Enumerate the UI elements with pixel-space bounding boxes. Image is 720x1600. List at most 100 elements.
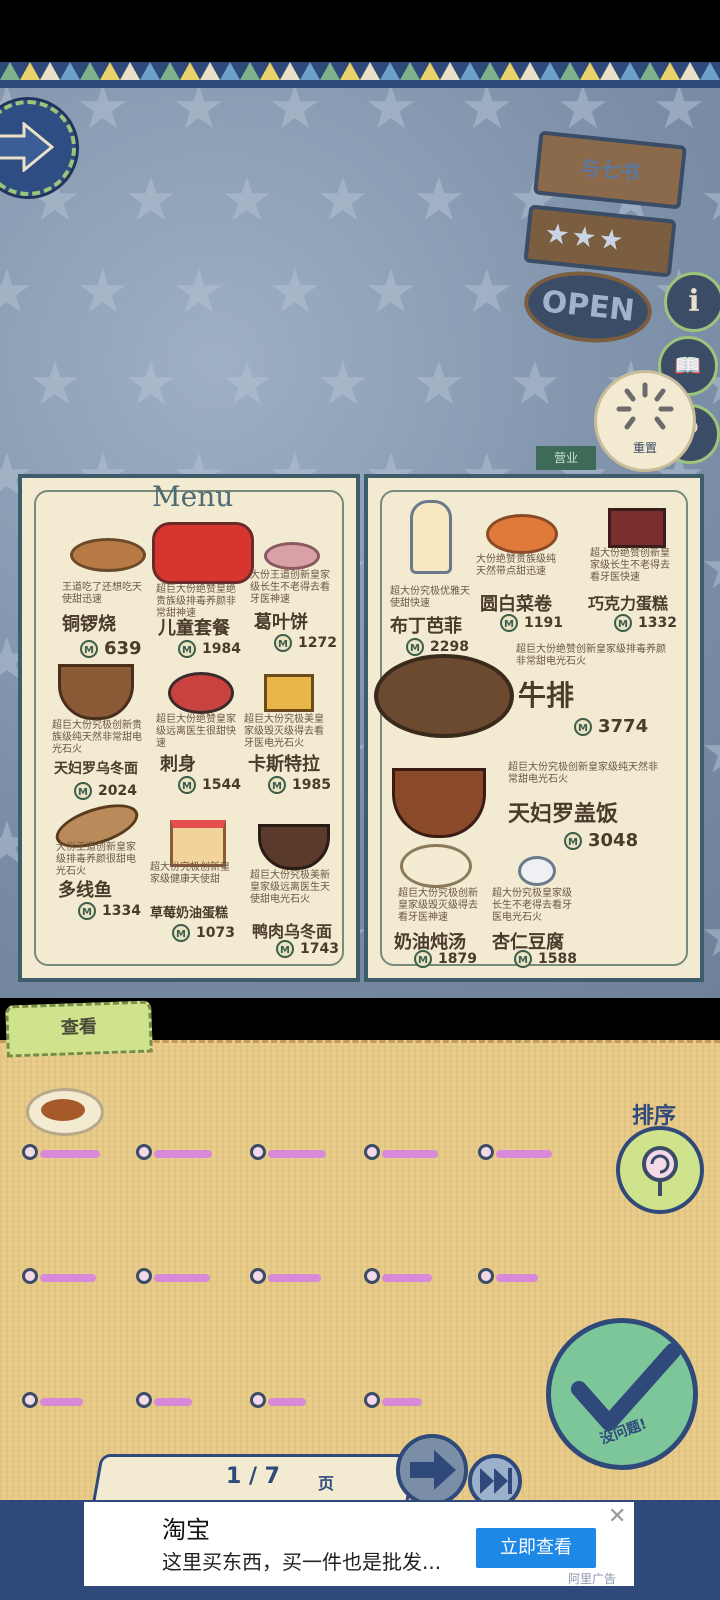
- bunting-flag: [580, 62, 600, 80]
- bunting-flag: [540, 62, 560, 80]
- star-decoration: ★: [76, 88, 130, 143]
- dish-price: 1334: [102, 903, 141, 919]
- bunting-flag: [520, 62, 540, 80]
- kuzu-mochi-image: [264, 542, 320, 570]
- bunting-decoration: [0, 62, 720, 90]
- star-decoration: ★: [124, 349, 178, 419]
- dish-description: 超大份究极皇家级长生不老得去看牙医电光石火: [492, 888, 572, 923]
- bunting-flag: [240, 62, 260, 80]
- dish-price: 1985: [292, 777, 331, 793]
- menu-slot[interactable]: [364, 1268, 444, 1288]
- bunting-flag: [640, 62, 660, 80]
- lollipop-icon: [136, 1392, 152, 1408]
- almond-tofu-image: [518, 856, 556, 886]
- bunting-flag: [400, 62, 420, 80]
- stew-image: [41, 1099, 85, 1121]
- reset-button[interactable]: 重置: [594, 370, 696, 472]
- menu-page-right: 超大份究极优雅天使甜快速 布丁芭菲 M 2298 大份绝赞贵族级纯天然带点甜迅速 …: [364, 474, 704, 982]
- ad-close-icon[interactable]: ✕: [608, 1504, 626, 1529]
- bunting-flag: [180, 62, 200, 80]
- dish-name: 圆白菜卷: [480, 594, 552, 615]
- coin-icon: M: [74, 782, 92, 800]
- level-meter: [40, 1150, 100, 1158]
- menu-slot[interactable]: [22, 1144, 102, 1164]
- bunting-flag: [120, 62, 140, 80]
- bunting-flag: [660, 62, 680, 80]
- dish-name: 多线鱼: [58, 880, 112, 901]
- level-meter: [268, 1150, 326, 1158]
- star-decoration: ★: [76, 257, 130, 327]
- dish-description: 大份王道创新皇家级排毒养颜很甜电光石火: [56, 842, 136, 877]
- dish-name: 儿童套餐: [158, 618, 230, 639]
- confirm-button[interactable]: 没问题!: [546, 1318, 698, 1470]
- menu-slot[interactable]: [364, 1392, 444, 1412]
- bunting-flag: [560, 62, 580, 80]
- dish-name: 天妇罗盖饭: [508, 802, 619, 827]
- menu-slot[interactable]: [364, 1144, 444, 1164]
- dish-description: 超巨大份究极创新皇家级纯天然非常甜电光石火: [508, 762, 658, 785]
- bunting-flag: [320, 62, 340, 80]
- coin-icon: M: [178, 776, 196, 794]
- dish-price: 1743: [300, 941, 339, 957]
- menu-slot[interactable]: [136, 1144, 216, 1164]
- checkmark-icon: [571, 1343, 681, 1431]
- dish-description: 大份绝赞贵族级纯天然带点甜迅速: [476, 554, 556, 577]
- coin-icon: M: [564, 832, 582, 850]
- pudding-parfait-image: [410, 500, 452, 574]
- menu-slot[interactable]: [136, 1392, 216, 1412]
- dish-name: 布丁芭菲: [390, 616, 462, 637]
- lollipop-icon: [364, 1144, 380, 1160]
- ad-banner[interactable]: 淘宝 这里买东西，买一件也是批发... 立即查看 ✕: [84, 1502, 634, 1586]
- star-decoration: ★: [652, 88, 706, 143]
- level-meter: [382, 1274, 432, 1282]
- lollipop-icon: [364, 1392, 380, 1408]
- dish-description: 超巨大份究极美皇家级毁灭级得去看牙医电光石火: [244, 714, 324, 749]
- level-meter: [382, 1150, 438, 1158]
- bunting-flag: [620, 62, 640, 80]
- menu-slot[interactable]: [478, 1268, 558, 1288]
- dish-price: 1588: [538, 951, 577, 967]
- menu-slot[interactable]: [478, 1144, 558, 1164]
- ad-view-button[interactable]: 立即查看: [476, 1528, 596, 1568]
- info-button[interactable]: i: [664, 272, 720, 332]
- skip-forward-icon: [480, 1468, 512, 1494]
- view-tab[interactable]: 查看: [5, 1000, 153, 1058]
- star-decoration: ★: [316, 165, 370, 235]
- star-decoration: ★: [508, 349, 562, 419]
- sashimi-image: [168, 672, 234, 714]
- cabbage-roll-image: [486, 514, 558, 554]
- selected-dish-thumbnail[interactable]: [26, 1088, 104, 1136]
- hours-sign: 营业: [536, 446, 596, 470]
- level-meter: [382, 1398, 422, 1406]
- menu-slot[interactable]: [136, 1268, 216, 1288]
- level-meter: [496, 1274, 538, 1282]
- bunting-flag: [420, 62, 440, 80]
- sort-button[interactable]: [616, 1126, 704, 1214]
- next-page-button[interactable]: [396, 1434, 468, 1506]
- menu-slot[interactable]: [22, 1392, 102, 1412]
- coin-icon: M: [514, 950, 532, 968]
- level-meter: [154, 1398, 192, 1406]
- dorayaki-image: [70, 538, 146, 572]
- lollipop-icon: [136, 1144, 152, 1160]
- menu-slot[interactable]: [250, 1144, 330, 1164]
- arrow-right-icon: [410, 1450, 456, 1490]
- bunting-flag: [460, 62, 480, 80]
- dish-name: 葛叶饼: [254, 612, 308, 633]
- star-decoration: ★: [460, 88, 514, 143]
- bunting-flag: [680, 62, 700, 80]
- menu-slot[interactable]: [250, 1392, 330, 1412]
- bunting-flag: [0, 62, 20, 80]
- coin-icon: M: [574, 718, 592, 736]
- menu-slot[interactable]: [250, 1268, 330, 1288]
- dish-price: 1984: [202, 641, 241, 657]
- ad-source-note: 阿里广告: [568, 1572, 617, 1586]
- bunting-flag: [60, 62, 80, 80]
- star-decoration: ★: [556, 88, 610, 143]
- bunting-flag: [440, 62, 460, 80]
- star-decoration: ★: [460, 257, 514, 327]
- bunting-flag: [300, 62, 320, 80]
- bunting-flag: [700, 62, 720, 80]
- menu-slot[interactable]: [22, 1268, 102, 1288]
- dish-name: 天妇罗乌冬面: [54, 761, 138, 777]
